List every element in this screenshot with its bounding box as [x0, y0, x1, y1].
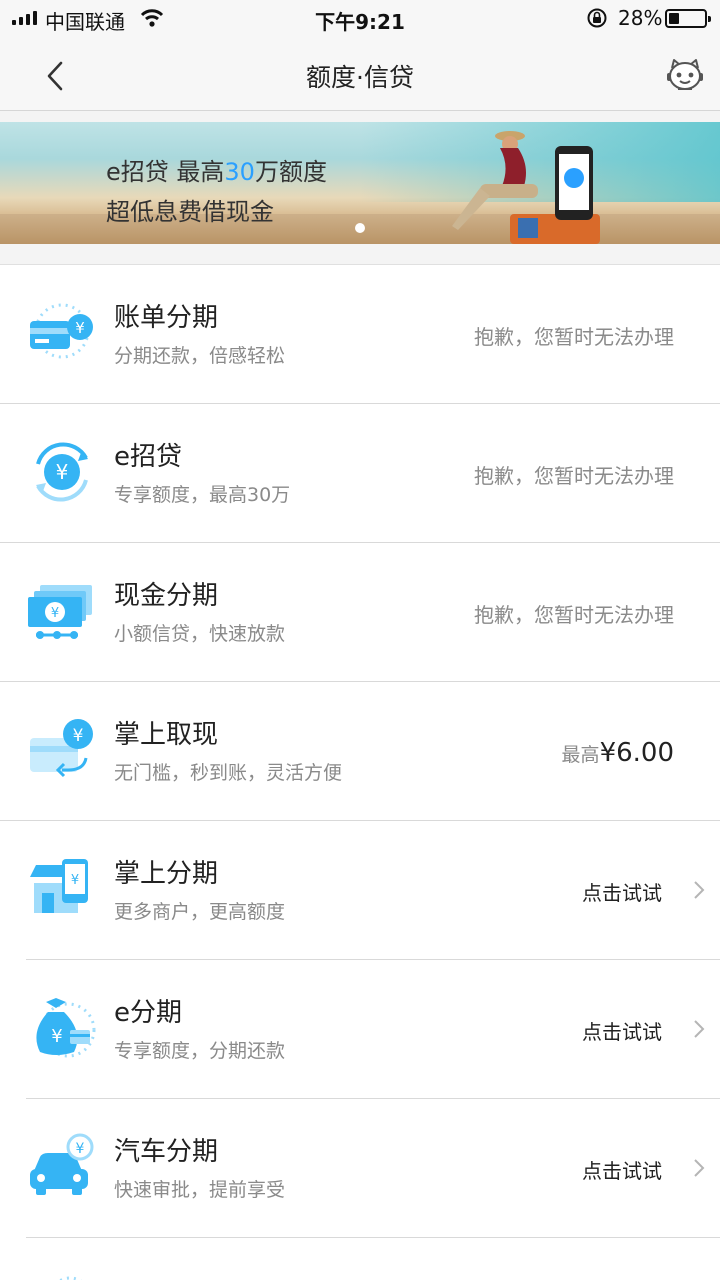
svg-text:¥: ¥: [56, 460, 69, 484]
banner-headline: e招贷 最高30万额度: [106, 158, 327, 186]
banner-subline: 超低息费借现金: [106, 198, 274, 226]
svg-text:¥: ¥: [75, 319, 85, 337]
item-title: e分期: [114, 998, 182, 1028]
item-max-amount: 最高¥6.00: [561, 738, 674, 768]
chevron-right-icon: [694, 1020, 705, 1038]
battery-icon: [665, 9, 711, 28]
yuan-cycle-icon: ¥: [36, 442, 88, 502]
list-item-e-loan[interactable]: ¥ e招贷 专享额度，最高30万 抱歉，您暂时无法办理: [0, 404, 720, 543]
item-status: 抱歉，您暂时无法办理: [474, 464, 674, 488]
money-bag-icon: ¥: [36, 998, 96, 1058]
page-title: 额度·信贷: [306, 63, 414, 92]
svg-text:¥: ¥: [51, 1026, 62, 1047]
card-yuan-icon: ¥: [30, 303, 93, 359]
item-title: 掌上分期: [114, 859, 219, 889]
try-it-link[interactable]: 点击试试: [582, 1155, 662, 1184]
rotation-lock-icon: [587, 8, 607, 28]
item-title: 汽车分期: [114, 1137, 219, 1167]
item-description: 快速审批，提前享受: [114, 1179, 286, 1201]
navigation-bar: 额度·信贷: [0, 38, 720, 111]
svg-text:¥: ¥: [71, 873, 79, 888]
list-item-bill-installment[interactable]: ¥ 账单分期 分期还款，倍感轻松 抱歉，您暂时无法办理: [0, 265, 720, 404]
item-description: 无门槛，秒到账，灵活方便: [114, 762, 343, 784]
item-title: 现金分期: [114, 581, 219, 611]
item-description: 小额信贷，快速放款: [114, 623, 286, 645]
promo-banner[interactable]: e招贷 最高30万额度 超低息费借现金: [0, 122, 720, 244]
partial-row-icon: [58, 1276, 82, 1280]
carousel-indicator: [355, 223, 365, 233]
item-title: e招贷: [114, 442, 182, 472]
svg-text:¥: ¥: [51, 606, 59, 621]
list-item-e-installment[interactable]: ¥ e分期 专享额度，分期还款 点击试试: [0, 960, 720, 1099]
status-bar: 中国联通 下午9:21 28%: [0, 0, 720, 38]
chevron-right-icon: [694, 881, 705, 899]
car-yuan-icon: ¥: [30, 1133, 94, 1195]
robot-assistant-icon[interactable]: [664, 54, 706, 96]
product-list: ¥ 账单分期 分期还款，倍感轻松 抱歉，您暂时无法办理 ¥ e招贷 专享额度，最…: [0, 264, 720, 1280]
list-item-cash-installment[interactable]: ¥ 现金分期 小额信贷，快速放款 抱歉，您暂时无法办理: [0, 543, 720, 682]
shop-phone-icon: ¥: [30, 859, 88, 913]
traveler-illustration: [452, 131, 600, 244]
svg-text:¥: ¥: [76, 1141, 85, 1157]
item-description: 专享额度，分期还款: [114, 1040, 286, 1062]
list-item-partial[interactable]: [0, 1238, 720, 1280]
item-status: 抱歉，您暂时无法办理: [474, 325, 674, 349]
item-title: 账单分期: [114, 303, 219, 333]
list-item-mobile-cash-withdraw[interactable]: ¥ 掌上取现 无门槛，秒到账，灵活方便 最高¥6.00: [0, 682, 720, 821]
item-description: 更多商户，更高额度: [114, 901, 286, 923]
list-item-mobile-installment[interactable]: ¥ 掌上分期 更多商户，更高额度 点击试试: [0, 821, 720, 960]
item-title: 掌上取现: [114, 720, 219, 750]
card-withdraw-icon: ¥: [30, 719, 93, 778]
cash-stack-icon: ¥: [28, 585, 92, 639]
item-description: 分期还款，倍感轻松: [114, 345, 286, 367]
item-status: 抱歉，您暂时无法办理: [474, 603, 674, 627]
try-it-link[interactable]: 点击试试: [582, 1016, 662, 1045]
battery-percent: 28%: [618, 6, 663, 30]
svg-text:¥: ¥: [73, 726, 84, 746]
try-it-link[interactable]: 点击试试: [582, 877, 662, 906]
chevron-right-icon: [694, 1159, 705, 1177]
clock: 下午9:21: [315, 10, 405, 34]
item-description: 专享额度，最高30万: [114, 484, 291, 506]
list-item-car-installment[interactable]: ¥ 汽车分期 快速审批，提前享受 点击试试: [0, 1099, 720, 1238]
